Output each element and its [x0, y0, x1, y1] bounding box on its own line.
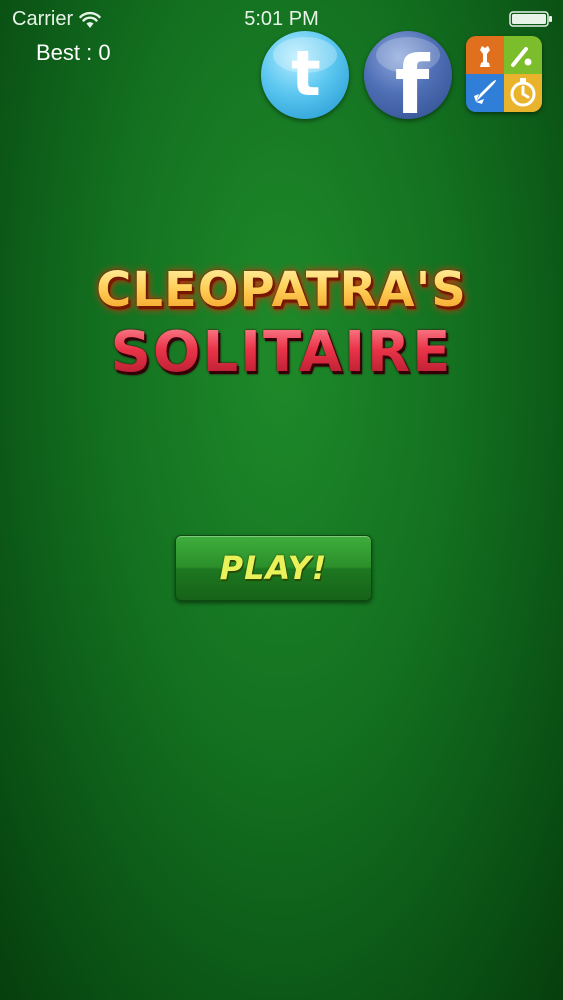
title-cleopatras: CLEOPATRA'S [0, 262, 563, 318]
battery-icon [509, 11, 552, 27]
play-button[interactable]: PLAY! [175, 535, 372, 601]
game-title: CLEOPATRA'S SOLITAIRE [0, 262, 563, 385]
twitter-icon: t [273, 37, 337, 110]
facebook-glyph: f [395, 39, 431, 119]
play-button-label: PLAY! [219, 549, 328, 587]
twitter-button[interactable]: t [261, 31, 349, 119]
game-center-icon [466, 36, 542, 112]
facebook-icon: f [376, 37, 440, 119]
game-center-button[interactable] [466, 36, 542, 112]
twitter-glyph: t [291, 37, 321, 110]
best-score: Best : 0 [36, 40, 111, 65]
status-time: 5:01 PM [244, 8, 319, 30]
title-solitaire: SOLITAIRE [0, 320, 563, 385]
facebook-button[interactable]: f [364, 31, 452, 119]
